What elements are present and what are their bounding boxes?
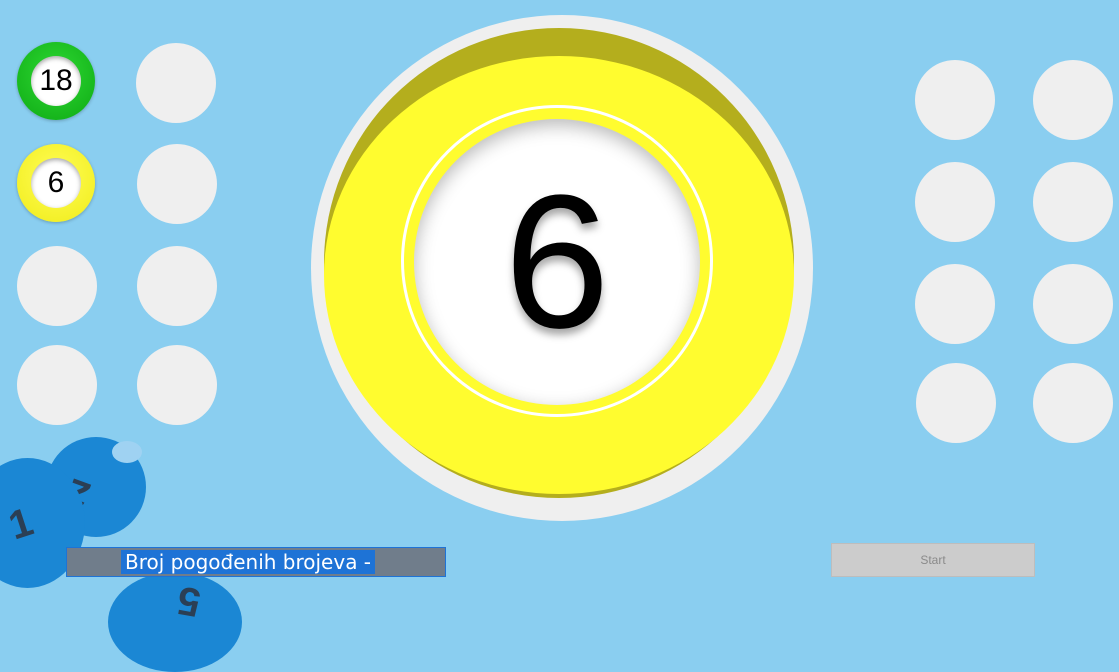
current-ball-number: 6 (504, 156, 610, 368)
drawn-ball-18: 18 (17, 42, 95, 120)
drawn-ball-face: 6 (31, 158, 81, 208)
empty-slot (137, 144, 217, 224)
empty-slot (915, 264, 995, 344)
decor-ball-5: 5 (108, 572, 242, 672)
empty-slot (1033, 60, 1113, 140)
empty-slot (136, 43, 216, 123)
drawn-ball-number: 18 (39, 64, 73, 97)
decor-ball-number: 1 (3, 499, 39, 549)
current-ball-face: 6 (414, 119, 700, 405)
decor-ball-face (112, 441, 142, 463)
empty-slot (915, 162, 995, 242)
drawn-ball-face: 18 (31, 56, 81, 106)
empty-slot (1033, 363, 1113, 443)
empty-slot (1033, 162, 1113, 242)
empty-slot (915, 60, 995, 140)
empty-slot (17, 345, 97, 425)
drawn-ball-6: 6 (17, 144, 95, 222)
empty-slot (137, 345, 217, 425)
status-box: Broj pogođenih brojeva - (66, 547, 446, 577)
empty-slot (1033, 264, 1113, 344)
decor-ball-number: 5 (174, 577, 204, 625)
empty-slot (17, 246, 97, 326)
drawn-ball-number: 6 (47, 166, 65, 199)
empty-slot (137, 246, 217, 326)
start-button-label: Start (920, 553, 946, 567)
empty-slot (916, 363, 996, 443)
status-text: Broj pogođenih brojeva - (121, 550, 376, 574)
start-button[interactable]: Start (831, 543, 1035, 577)
